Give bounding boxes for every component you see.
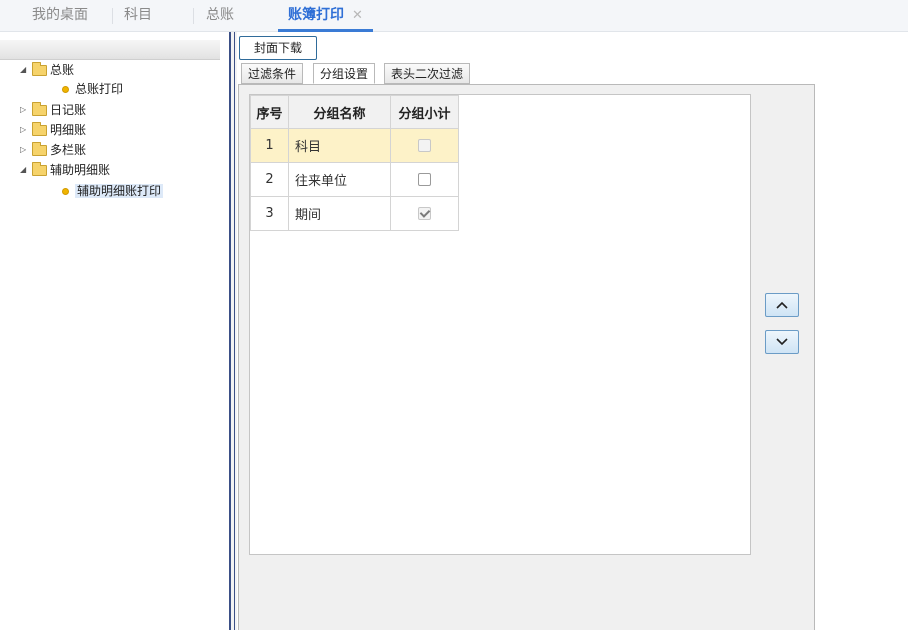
tree-node-aux-detail-ledger[interactable]: ◢ 辅助明细账 [20, 161, 110, 179]
tab-general-ledger[interactable]: 总账 [206, 0, 234, 32]
collapsed-triangle-icon[interactable]: ▷ [20, 101, 30, 119]
sidebar-header [0, 40, 220, 60]
row-seq: 2 [250, 162, 289, 197]
move-up-button[interactable] [765, 293, 799, 317]
leaf-dot-icon [62, 188, 69, 195]
folder-open-icon [32, 162, 47, 176]
column-header-seq: 序号 [250, 95, 289, 129]
close-icon[interactable]: ✕ [352, 8, 363, 23]
row-group-name: 期间 [288, 196, 391, 231]
tree-node-label: 多栏账 [50, 143, 87, 157]
subtotal-checkbox[interactable] [418, 173, 431, 186]
table-header-row: 序号 分组名称 分组小计 [250, 95, 459, 129]
tree-node-general-ledger[interactable]: ◢ 总账 [20, 61, 74, 79]
folder-icon [32, 142, 47, 156]
tab-filter-conditions[interactable]: 过滤条件 [241, 63, 304, 84]
collapsed-triangle-icon[interactable]: ▷ [20, 141, 30, 159]
tab-separator [112, 8, 113, 24]
row-group-name: 科目 [288, 128, 391, 163]
tree-node-label: 日记账 [50, 103, 87, 117]
move-down-button[interactable] [765, 330, 799, 354]
row-subtotal-cell [390, 162, 459, 197]
top-tab-bar: 我的桌面 科目 总账 账簿打印 ✕ [0, 0, 908, 32]
tab-separator [193, 8, 194, 24]
row-group-name: 往来单位 [288, 162, 391, 197]
expanded-triangle-icon[interactable]: ◢ [20, 61, 30, 79]
panel-splitter[interactable] [229, 32, 237, 630]
cover-download-button[interactable]: 封面下载 [239, 36, 317, 60]
tab-my-desktop[interactable]: 我的桌面 [32, 0, 88, 32]
folder-icon [32, 102, 47, 116]
tab-header-secondary-filter[interactable]: 表头二次过滤 [384, 63, 471, 84]
tab-ledger-print[interactable]: 账簿打印 ✕ [278, 0, 373, 32]
row-seq: 1 [250, 128, 289, 163]
table-row[interactable]: 3 期间 [250, 196, 459, 231]
tree-node-label: 明细账 [50, 123, 87, 137]
folder-open-icon [32, 62, 47, 76]
subtotal-checkbox[interactable] [418, 139, 431, 152]
row-seq: 3 [250, 196, 289, 231]
table-row[interactable]: 1 科目 [250, 128, 459, 163]
tree-node-general-ledger-print[interactable]: 总账打印 [62, 80, 123, 98]
tab-subjects[interactable]: 科目 [124, 0, 152, 32]
tree-node-label: 辅助明细账 [50, 163, 111, 177]
folder-icon [32, 122, 47, 136]
tree-node-journal[interactable]: ▷ 日记账 [20, 101, 86, 119]
chevron-down-icon [776, 338, 788, 346]
expanded-triangle-icon[interactable]: ◢ [20, 161, 30, 179]
row-subtotal-cell [390, 128, 459, 163]
table-row[interactable]: 2 往来单位 [250, 162, 459, 197]
column-header-group-name: 分组名称 [288, 95, 391, 129]
tab-ledger-print-label: 账簿打印 [288, 7, 344, 23]
subtotal-checkbox[interactable] [418, 207, 431, 220]
column-header-group-subtotal: 分组小计 [390, 95, 459, 129]
group-settings-table: 序号 分组名称 分组小计 1 科目 2 往来单位 3 期间 [250, 95, 459, 231]
tree-node-label: 总账打印 [75, 82, 124, 96]
chevron-up-icon [776, 301, 788, 309]
tree-node-aux-detail-ledger-print[interactable]: 辅助明细账打印 [62, 182, 164, 200]
tree-node-label: 辅助明细账打印 [75, 184, 164, 198]
tree-node-label: 总账 [50, 63, 75, 77]
row-subtotal-cell [390, 196, 459, 231]
tab-group-settings[interactable]: 分组设置 [313, 63, 376, 84]
leaf-dot-icon [62, 86, 69, 93]
tree-node-detail-ledger[interactable]: ▷ 明细账 [20, 121, 86, 139]
tree-node-multi-column-ledger[interactable]: ▷ 多栏账 [20, 141, 86, 159]
collapsed-triangle-icon[interactable]: ▷ [20, 121, 30, 139]
sidebar: ◢ 总账 总账打印 ▷ 日记账 ▷ 明细账 ▷ 多栏账 ◢ 辅助明细账 辅助明细账打印 [0, 32, 226, 630]
